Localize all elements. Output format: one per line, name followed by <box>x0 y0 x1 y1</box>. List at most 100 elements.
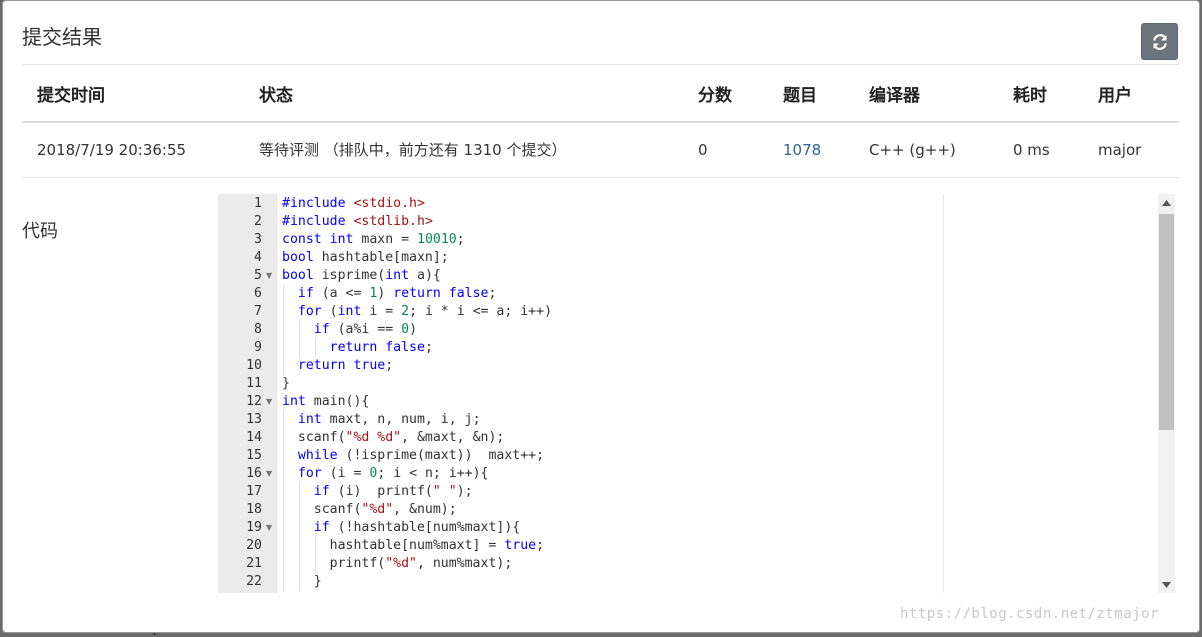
line-number: 13 <box>246 412 262 427</box>
indent-guide <box>283 519 284 537</box>
indent-guide <box>283 537 284 555</box>
code-line: return true; <box>297 358 394 373</box>
line-number: 16 <box>246 466 262 481</box>
cell-time: 2018/7/19 20:36:55 <box>22 122 244 178</box>
code-line: bool hashtable[maxn]; <box>282 250 449 265</box>
line-number: 8 <box>254 322 262 337</box>
col-header-user: 用户 <box>1083 65 1179 123</box>
code-line: int maxt, n, num, i, j; <box>297 412 481 427</box>
col-header-problem: 题目 <box>768 65 854 123</box>
code-line: return false; <box>329 340 433 355</box>
scroll-thumb[interactable] <box>1159 214 1174 430</box>
code-editor[interactable]: 1 2 3 4 5 ▼ 6 7 8 9 10 11 12 ▼ 13 14 15 16 ▼ 17 18 19 ▼ 20 21 22 … <box>218 194 1176 593</box>
line-number: 21 <box>246 556 262 571</box>
cell-user: major <box>1083 122 1179 178</box>
line-number-gutter: 1 2 3 4 5 ▼ 6 7 8 9 10 11 12 ▼ 13 14 15 16 ▼ 17 18 19 ▼ 20 21 22 <box>218 194 277 593</box>
code-line: if (!hashtable[num%maxt]){ <box>313 520 521 535</box>
line-number: 12 <box>246 394 262 409</box>
line-number: 10 <box>246 358 262 373</box>
indent-guide <box>283 501 284 519</box>
indent-guide <box>283 555 284 573</box>
indent-guide <box>283 483 284 501</box>
indent-guide <box>283 429 284 447</box>
fold-toggle-icon[interactable]: ▼ <box>266 393 272 411</box>
refresh-icon <box>1152 33 1167 50</box>
code-line: while (!isprime(maxt)) maxt++; <box>297 448 545 463</box>
indent-guide <box>283 357 284 375</box>
problem-link[interactable]: 1078 <box>783 141 821 159</box>
indent-guide <box>299 519 300 537</box>
table-row: 2018/7/19 20:36:55 等待评测 （排队中，前方还有 1310 个… <box>22 122 1179 178</box>
refresh-button[interactable] <box>1141 23 1178 60</box>
cell-compiler: C++ (g++) <box>854 122 998 178</box>
code-line: scanf("%d", &num); <box>282 502 457 517</box>
line-number: 7 <box>254 304 262 319</box>
line-number: 18 <box>246 502 262 517</box>
cell-elapsed: 0 ms <box>998 122 1083 178</box>
code-line: int main(){ <box>282 394 370 409</box>
indent-guide <box>283 411 284 429</box>
line-number: 2 <box>254 214 262 229</box>
indent-guide <box>283 285 284 303</box>
line-number: 15 <box>246 448 262 463</box>
code-line: scanf("%d %d", &maxt, &n); <box>282 430 505 445</box>
cell-score: 0 <box>683 122 768 178</box>
line-number: 1 <box>254 196 262 211</box>
indent-guide <box>283 339 284 357</box>
code-line: for (i = 0; i < n; i++){ <box>297 466 489 481</box>
code-line: if (i) printf(" "); <box>313 484 473 499</box>
code-line: bool isprime(int a){ <box>282 268 441 283</box>
line-number: 19 <box>246 520 262 535</box>
code-line: } <box>282 376 290 391</box>
line-number: 14 <box>246 430 262 445</box>
indent-guide <box>299 321 300 339</box>
line-number: 6 <box>254 286 262 301</box>
scroll-up-arrow[interactable] <box>1158 194 1175 211</box>
code-line: const int maxn = 10010; <box>282 232 465 247</box>
code-line: if (a <= 1) return false; <box>297 286 497 301</box>
line-number: 3 <box>254 232 262 247</box>
indent-guide <box>283 465 284 483</box>
line-number: 4 <box>254 250 262 265</box>
results-table: 提交时间 状态 分数 题目 编译器 耗时 用户 2018/7/19 20:36:… <box>22 65 1179 178</box>
scroll-down-arrow[interactable] <box>1158 576 1175 593</box>
indent-guide <box>299 537 300 555</box>
indent-guide <box>299 573 300 591</box>
modal-title: 提交结果 <box>22 25 102 49</box>
indent-guide <box>299 501 300 519</box>
indent-guide <box>283 303 284 321</box>
indent-guide <box>299 555 300 573</box>
indent-guide <box>315 555 316 573</box>
code-line: for (int i = 2; i * i <= a; i++) <box>297 304 553 319</box>
cell-status: 等待评测 （排队中，前方还有 1310 个提交） <box>244 122 683 178</box>
print-margin <box>943 194 944 593</box>
code-line: #include <stdlib.h> <box>282 214 433 229</box>
col-header-elapsed: 耗时 <box>998 65 1083 123</box>
col-header-score: 分数 <box>683 65 768 123</box>
indent-guide <box>315 537 316 555</box>
code-line: #include <stdio.h> <box>282 196 425 211</box>
indent-guide <box>315 339 316 357</box>
fold-toggle-icon[interactable]: ▼ <box>266 519 272 537</box>
col-header-time: 提交时间 <box>22 65 244 123</box>
table-header-row: 提交时间 状态 分数 题目 编译器 耗时 用户 <box>22 65 1179 123</box>
indent-guide <box>283 447 284 465</box>
code-line: hashtable[num%maxt] = true; <box>282 538 545 553</box>
line-number: 22 <box>246 574 262 589</box>
editor-scrollbar[interactable] <box>1158 194 1175 593</box>
code-line: printf("%d", num%maxt); <box>282 556 513 571</box>
line-number: 5 <box>254 268 262 283</box>
scroll-up-icon <box>1162 199 1171 206</box>
line-number: 9 <box>254 340 262 355</box>
code-line: } <box>282 574 322 589</box>
line-number: 17 <box>246 484 262 499</box>
fold-toggle-icon[interactable]: ▼ <box>266 267 272 285</box>
col-header-status: 状态 <box>244 65 683 123</box>
cell-problem[interactable]: 1078 <box>768 122 854 178</box>
line-number: 20 <box>246 538 262 553</box>
code-label: 代码 <box>22 221 58 242</box>
fold-toggle-icon[interactable]: ▼ <box>266 465 272 483</box>
scroll-down-icon <box>1162 581 1171 588</box>
indent-guide <box>299 483 300 501</box>
line-number: 11 <box>246 376 262 391</box>
